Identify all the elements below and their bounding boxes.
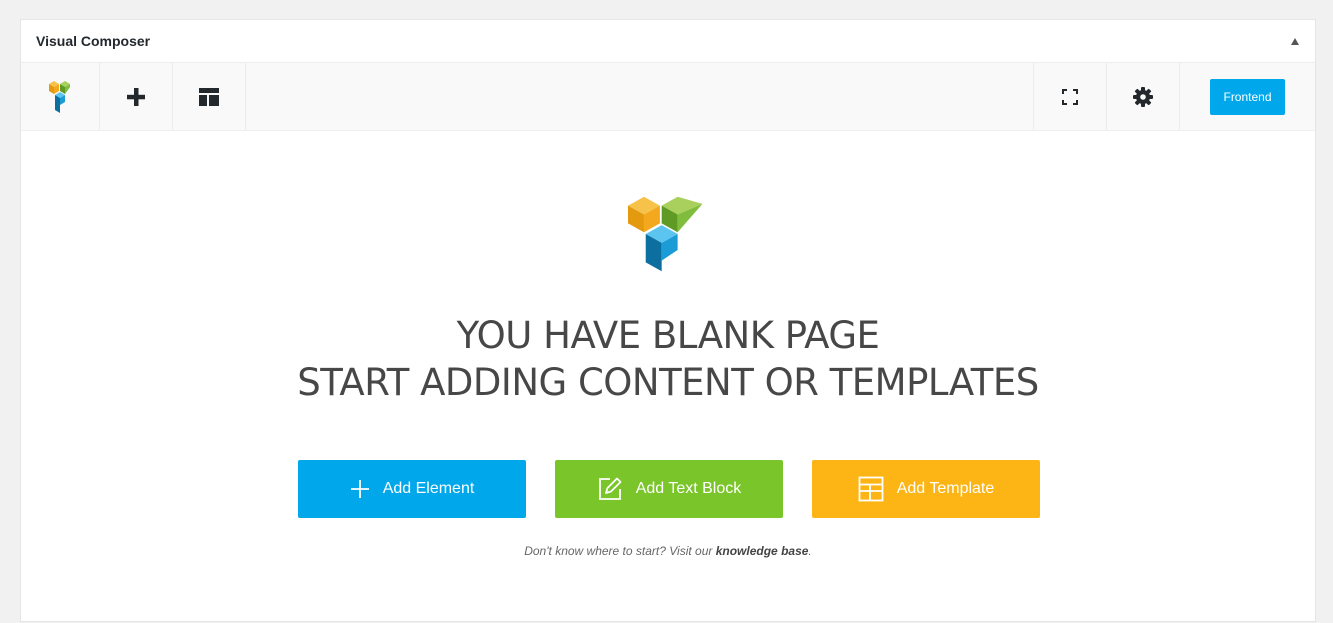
edit-icon xyxy=(598,477,622,500)
hint-suffix: . xyxy=(808,544,812,558)
fullscreen-icon xyxy=(1062,88,1078,105)
empty-state-actions: Add Element Add Text Block Add Template xyxy=(298,460,1040,518)
plus-icon xyxy=(127,87,145,106)
frontend-wrap: Frontend xyxy=(1179,63,1315,130)
headline-line-1: YOU HAVE BLANK PAGE xyxy=(456,314,880,357)
empty-state: YOU HAVE BLANK PAGE START ADDING CONTENT… xyxy=(21,131,1315,621)
plus-icon xyxy=(350,480,369,498)
headline-line-2: START ADDING CONTENT OR TEMPLATES xyxy=(297,361,1039,404)
toolbar: Frontend xyxy=(21,63,1315,131)
add-element-toolbar-button[interactable] xyxy=(100,63,173,130)
template-icon xyxy=(858,476,884,502)
fullscreen-button[interactable] xyxy=(1033,63,1106,130)
add-element-label: Add Element xyxy=(382,480,475,497)
settings-button[interactable] xyxy=(1106,63,1179,130)
panel-title: Visual Composer xyxy=(36,33,151,49)
add-text-block-label: Add Text Block xyxy=(635,480,742,497)
add-element-button[interactable]: Add Element xyxy=(298,460,526,518)
templates-toolbar-button[interactable] xyxy=(173,63,246,130)
vc-logo-icon xyxy=(49,80,70,113)
hint-text: Don't know where to start? Visit our xyxy=(524,544,716,558)
add-template-button[interactable]: Add Template xyxy=(812,460,1040,518)
add-template-label: Add Template xyxy=(896,480,995,497)
collapse-arrow-icon[interactable] xyxy=(1291,37,1299,45)
template-icon xyxy=(199,87,219,106)
blank-page-headline: YOU HAVE BLANK PAGE START ADDING CONTENT… xyxy=(21,312,1315,406)
vc-logo-large-icon xyxy=(628,196,703,272)
vc-logo-button[interactable] xyxy=(21,63,100,130)
knowledge-base-hint: Don't know where to start? Visit our kno… xyxy=(21,544,1315,558)
add-text-block-button[interactable]: Add Text Block xyxy=(555,460,783,518)
frontend-button[interactable]: Frontend xyxy=(1210,78,1285,115)
knowledge-base-link[interactable]: knowledge base xyxy=(716,544,809,558)
gear-icon xyxy=(1133,86,1153,107)
visual-composer-panel: Visual Composer Frontend YOU HAVE BLANK … xyxy=(20,19,1316,622)
panel-header[interactable]: Visual Composer xyxy=(21,20,1315,63)
